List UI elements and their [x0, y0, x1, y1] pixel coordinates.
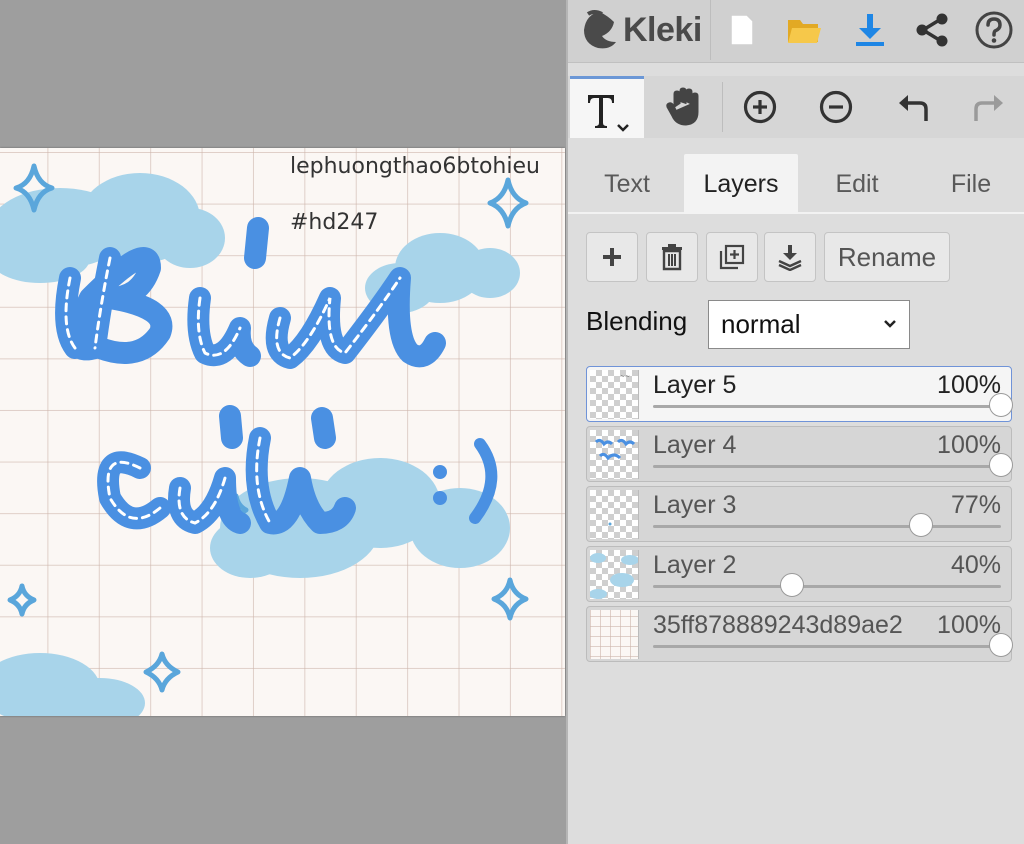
tab-text[interactable]: Text: [582, 154, 672, 214]
share-icon: [916, 13, 948, 47]
open-file-button[interactable]: [782, 8, 826, 52]
layer-name: Layer 4: [653, 431, 737, 459]
layer-thumbnail: [590, 550, 639, 599]
help-icon: [975, 11, 1013, 49]
kleki-bird-icon: [584, 10, 616, 49]
help-button[interactable]: [972, 8, 1016, 52]
new-file-icon: [730, 14, 754, 46]
layer-item[interactable]: ~~ Layer 5 100%: [586, 366, 1013, 422]
tab-file[interactable]: File: [928, 154, 1014, 214]
slider-handle[interactable]: [989, 453, 1013, 477]
kleki-logo[interactable]: Kleki: [580, 6, 702, 54]
layer-thumbnail: ~~: [590, 370, 639, 419]
layer-item[interactable]: Layer 2 40%: [586, 546, 1012, 602]
canvas-caption-hashtag: #hd247: [290, 210, 379, 235]
layer-opacity-slider[interactable]: [653, 513, 1001, 537]
undo-icon: [899, 95, 928, 121]
slider-handle[interactable]: [989, 393, 1013, 417]
blending-select[interactable]: normal: [708, 300, 910, 349]
layer-opacity-label: 40%: [950, 551, 1001, 579]
folder-open-icon: [788, 20, 821, 43]
zoom-in-icon: [743, 90, 777, 124]
trash-icon: [662, 244, 682, 271]
redo-button[interactable]: [960, 76, 1016, 138]
redo-icon: [974, 95, 1003, 121]
zoom-out-button[interactable]: [810, 76, 862, 138]
layer-opacity-slider[interactable]: [653, 573, 1001, 597]
layer-name: 35ff878889243d89ae2: [653, 611, 903, 639]
slider-handle[interactable]: [780, 573, 805, 597]
layer-thumbnail: [590, 430, 639, 479]
layer-name: Layer 5: [653, 371, 737, 399]
layer-thumbnail: [590, 610, 639, 659]
merge-down-icon: [778, 245, 802, 271]
text-tool-button[interactable]: [570, 76, 644, 138]
rename-layer-button[interactable]: Rename: [824, 232, 950, 282]
delete-layer-button[interactable]: [646, 232, 698, 282]
svg-text:~~: ~~: [620, 373, 630, 380]
layer-name: Layer 2: [653, 551, 737, 579]
download-button[interactable]: [848, 8, 892, 52]
new-file-button[interactable]: [720, 8, 764, 52]
layer-opacity-slider[interactable]: [653, 393, 1013, 417]
text-tool-icon: [588, 94, 629, 132]
layer-item[interactable]: Layer 3 77%: [586, 486, 1012, 542]
app-title: Kleki: [623, 10, 702, 49]
add-layer-button[interactable]: [586, 232, 638, 282]
zoom-out-icon: [819, 90, 853, 124]
download-icon: [856, 14, 884, 46]
hand-icon: [666, 87, 699, 126]
duplicate-icon: [719, 244, 745, 270]
undo-button[interactable]: [886, 76, 942, 138]
slider-handle[interactable]: [989, 633, 1013, 657]
share-button[interactable]: [910, 8, 954, 52]
blending-label: Blending: [586, 306, 688, 336]
tool-row: [568, 76, 1024, 138]
top-bar: Kleki: [568, 0, 1024, 63]
hand-tool-button[interactable]: [656, 76, 712, 138]
blending-value: normal: [721, 309, 801, 339]
drawing-canvas[interactable]: lephuongthao6btohieu #hd247: [0, 148, 565, 716]
layer-opacity-slider[interactable]: [653, 633, 1013, 657]
panel-tabs: Text Layers Edit File: [568, 152, 1024, 214]
tab-edit[interactable]: Edit: [812, 154, 902, 214]
plus-icon: [603, 248, 621, 266]
merge-down-button[interactable]: [764, 232, 816, 282]
layer-name: Layer 3: [653, 491, 737, 519]
zoom-in-button[interactable]: [734, 76, 786, 138]
layer-item[interactable]: Layer 4 100%: [586, 426, 1013, 482]
duplicate-layer-button[interactable]: [706, 232, 758, 282]
layer-thumbnail: [590, 490, 639, 539]
side-panel: Kleki Text Layers Edit File Rename Blend…: [566, 0, 1024, 844]
canvas-artwork: [0, 163, 529, 716]
canvas-caption-username: lephuongthao6btohieu: [290, 154, 540, 179]
tab-layers[interactable]: Layers: [684, 154, 798, 214]
layer-opacity-slider[interactable]: [653, 453, 1013, 477]
layer-opacity-label: 77%: [950, 491, 1001, 519]
canvas-workspace[interactable]: lephuongthao6btohieu #hd247: [0, 0, 566, 844]
chevron-down-icon: [884, 320, 896, 328]
layer-item[interactable]: 35ff878889243d89ae2 100%: [586, 606, 1013, 662]
slider-handle[interactable]: [908, 513, 933, 537]
